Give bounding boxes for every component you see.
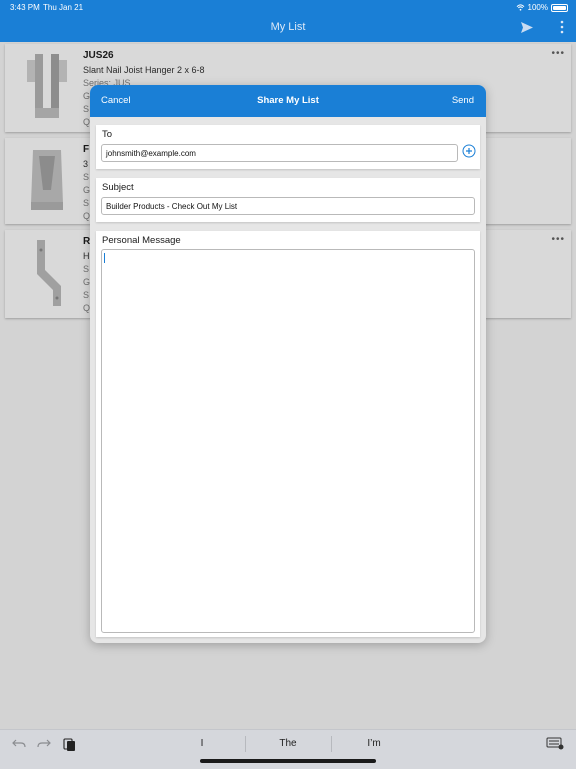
- text-caret: [104, 253, 105, 263]
- subject-label: Subject: [102, 182, 134, 193]
- product-meta: S: [83, 198, 90, 208]
- status-date: Thu Jan 21: [43, 3, 84, 12]
- keyboard-accessory-bar: I The I’m: [0, 729, 576, 769]
- product-name: F: [83, 144, 90, 155]
- message-section: Personal Message: [96, 231, 480, 637]
- suggestion-1[interactable]: I: [160, 738, 244, 749]
- redo-icon[interactable]: [37, 737, 51, 749]
- suggestion-3[interactable]: I’m: [332, 738, 416, 749]
- undo-icon[interactable]: [12, 737, 26, 749]
- product-name: JUS26: [83, 50, 114, 61]
- to-section: To johnsmith@example.com: [96, 125, 480, 169]
- home-indicator: [200, 759, 376, 763]
- status-right: 100%: [516, 3, 568, 12]
- product-meta: S: [83, 172, 90, 182]
- joist-hanger-image: [27, 54, 67, 118]
- message-textarea[interactable]: [101, 249, 475, 633]
- nav-bar: My List: [0, 14, 576, 42]
- product-meta: S: [83, 264, 90, 274]
- subject-field[interactable]: Builder Products - Check Out My List: [101, 197, 475, 215]
- send-button[interactable]: Send: [452, 95, 474, 106]
- bracket-image: [37, 240, 61, 306]
- wifi-icon: [516, 4, 524, 11]
- modal-header: Cancel Share My List Send: [90, 85, 486, 117]
- page-title: My List: [270, 21, 306, 33]
- product-meta: G: [83, 185, 91, 195]
- send-icon[interactable]: [520, 21, 534, 34]
- hanger-image: [31, 150, 63, 210]
- keyboard-icon[interactable]: [546, 737, 564, 750]
- add-recipient-icon[interactable]: [462, 144, 476, 158]
- battery-percent: 100%: [527, 3, 548, 12]
- status-time: 3:43 PM: [10, 3, 40, 12]
- modal-title: Share My List: [257, 95, 319, 106]
- product-description: Slant Nail Joist Hanger 2 x 6-8: [83, 65, 205, 75]
- product-meta: S: [83, 104, 90, 114]
- more-vertical-icon[interactable]: [560, 20, 564, 34]
- status-bar: 3:43 PM Thu Jan 21 100%: [0, 0, 576, 14]
- to-field[interactable]: johnsmith@example.com: [101, 144, 458, 162]
- product-description: H: [83, 251, 90, 261]
- item-more-icon[interactable]: •••: [551, 48, 565, 59]
- product-meta: G: [83, 277, 91, 287]
- product-meta: Q: [83, 117, 91, 127]
- battery-icon: [551, 3, 568, 12]
- message-label: Personal Message: [102, 235, 181, 246]
- subject-section: Subject Builder Products - Check Out My …: [96, 178, 480, 222]
- share-modal: Cancel Share My List Send To johnsmith@e…: [90, 85, 486, 643]
- product-description: 3: [83, 159, 89, 169]
- suggestion-2[interactable]: The: [246, 738, 330, 749]
- to-label: To: [102, 129, 113, 140]
- product-meta: Q: [83, 303, 91, 313]
- product-meta: G: [83, 91, 91, 101]
- item-more-icon[interactable]: •••: [551, 234, 565, 245]
- product-meta: S: [83, 290, 90, 300]
- product-meta: Q: [83, 211, 91, 221]
- paste-icon[interactable]: [63, 737, 76, 751]
